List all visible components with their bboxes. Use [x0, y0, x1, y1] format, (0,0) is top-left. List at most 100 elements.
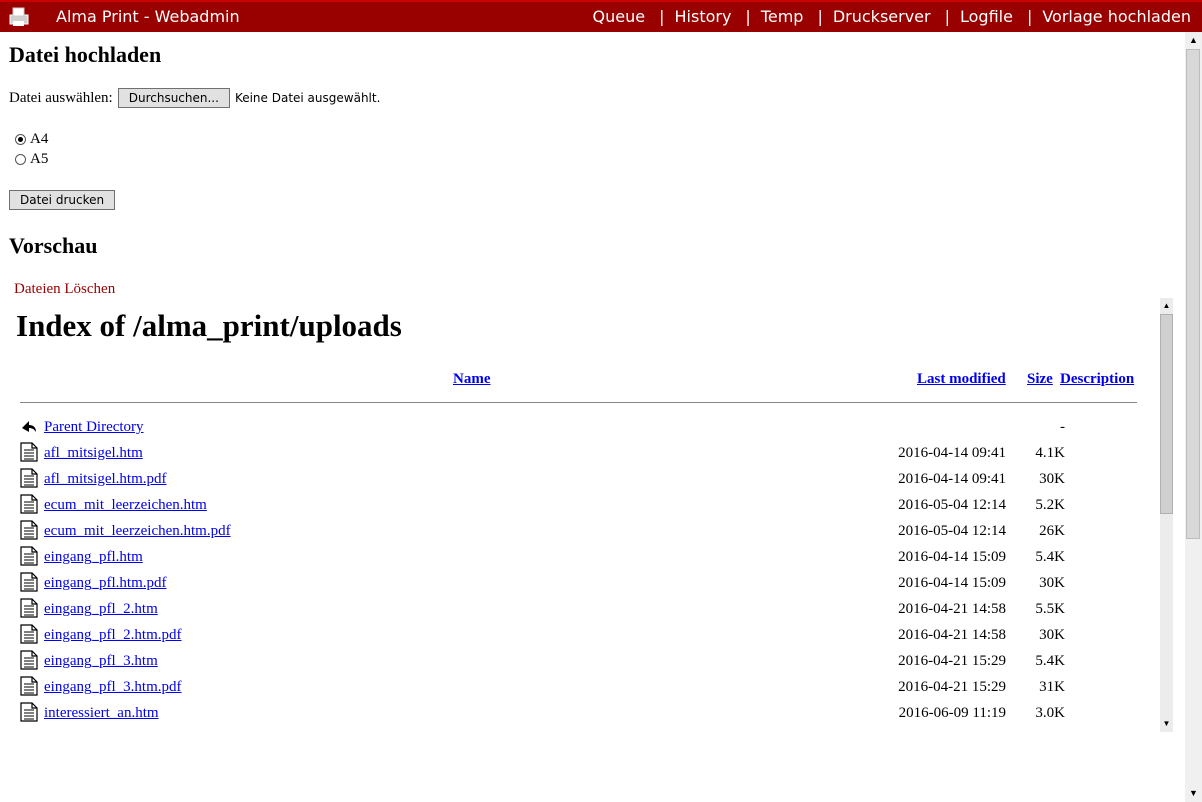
file-row: ecum_mit_leerzeichen.htm 2016-05-04 12:14…: [20, 494, 1065, 518]
text-document-icon: [20, 650, 38, 670]
radio-a5-label: A5: [30, 151, 49, 167]
preview-scroll-up-icon[interactable]: ▲: [1160, 298, 1173, 314]
file-row: eingang_pfl_3.htm.pdf 2016-04-21 15:29 31K: [20, 676, 1065, 700]
page-scrollbar[interactable]: ▲ ▼: [1185, 32, 1202, 802]
file-row: eingang_pfl.htm.pdf 2016-04-14 15:09 30K: [20, 572, 1065, 596]
nav-queue[interactable]: Queue: [593, 7, 646, 26]
file-size: 5.4K: [1035, 549, 1065, 565]
browse-button[interactable]: Durchsuchen...: [117, 88, 230, 108]
radio-a5[interactable]: [15, 154, 26, 165]
file-modified: 2016-04-21 14:58: [898, 601, 1006, 617]
file-row: eingang_pfl_2.htm.pdf 2016-04-21 14:58 30K: [20, 624, 1065, 648]
header-divider: [20, 402, 1137, 403]
file-link[interactable]: afl_mitsigel.htm.pdf: [44, 471, 166, 488]
file-modified: 2016-05-04 12:14: [898, 523, 1006, 539]
file-link[interactable]: ecum_mit_leerzeichen.htm: [44, 497, 207, 514]
file-chooser-row: Datei auswählen: Durchsuchen... Keine Da…: [9, 88, 380, 108]
nav-separator: |: [745, 7, 751, 26]
file-modified: 2016-05-04 12:14: [898, 497, 1006, 513]
printer-logo-icon: [9, 7, 29, 26]
index-title: Index of /alma_print/uploads: [16, 308, 402, 343]
file-link[interactable]: afl_mitsigel.htm: [44, 445, 143, 462]
file-modified: 2016-04-21 15:29: [898, 679, 1006, 695]
nav-druckserver[interactable]: Druckserver: [833, 7, 931, 26]
text-document-icon: [20, 598, 38, 618]
page-scrollbar-thumb[interactable]: [1186, 49, 1200, 539]
text-document-icon: [20, 494, 38, 514]
file-size: 4.1K: [1035, 445, 1065, 461]
text-document-icon: [20, 442, 38, 462]
sort-by-name-link[interactable]: Name: [453, 371, 491, 387]
text-document-icon: [20, 520, 38, 540]
radio-a4-label: A4: [30, 131, 49, 147]
preview-frame: Index of /alma_print/uploads Name Last m…: [10, 298, 1173, 732]
format-option-a4[interactable]: A4: [15, 131, 48, 148]
file-link[interactable]: ecum_mit_leerzeichen.htm.pdf: [44, 523, 231, 540]
file-size: 30K: [1039, 575, 1065, 591]
delete-files-link[interactable]: Dateien Löschen: [14, 281, 115, 298]
file-link[interactable]: eingang_pfl_2.htm.pdf: [44, 627, 181, 644]
file-modified: 2016-04-14 09:41: [898, 445, 1006, 461]
file-link[interactable]: eingang_pfl.htm.pdf: [44, 575, 166, 592]
file-size: 26K: [1039, 523, 1065, 539]
file-modified: 2016-04-14 09:41: [898, 471, 1006, 487]
print-file-button[interactable]: Datei drucken: [9, 190, 116, 210]
sort-by-size-link[interactable]: Size: [1027, 371, 1053, 387]
parent-size: -: [1060, 419, 1065, 435]
file-link[interactable]: eingang_pfl_2.htm: [44, 601, 158, 618]
file-label: Datei auswählen:: [9, 89, 113, 106]
nav-temp[interactable]: Temp: [761, 7, 804, 26]
file-modified: 2016-06-09 11:19: [898, 705, 1006, 721]
preview-heading: Vorschau: [9, 233, 98, 258]
parent-directory-link[interactable]: Parent Directory: [44, 419, 144, 436]
back-arrow-icon: [22, 421, 36, 432]
nav-separator: |: [817, 7, 823, 26]
text-document-icon: [20, 676, 38, 696]
file-modified: 2016-04-14 15:09: [898, 549, 1006, 565]
nav-logfile[interactable]: Logfile: [960, 7, 1013, 26]
preview-scrollbar[interactable]: ▲ ▼: [1160, 298, 1173, 732]
preview-scrollbar-thumb[interactable]: [1160, 314, 1173, 514]
nav-separator: |: [1026, 7, 1033, 26]
format-option-a5[interactable]: A5: [15, 151, 48, 168]
scroll-down-icon[interactable]: ▼: [1185, 785, 1202, 802]
file-link[interactable]: interessiert_an.htm: [44, 705, 159, 722]
column-description-header[interactable]: Description: [1060, 371, 1134, 388]
text-document-icon: [20, 702, 38, 722]
top-navigation-bar: Alma Print - Webadmin Queue | History | Temp…: [0, 0, 1202, 32]
scroll-up-icon[interactable]: ▲: [1185, 32, 1202, 49]
file-link[interactable]: eingang_pfl.htm: [44, 549, 143, 566]
column-modified-header[interactable]: Last modified: [917, 371, 1006, 388]
nav-vorlage-hochladen[interactable]: Vorlage hochladen: [1042, 7, 1191, 26]
column-size-header[interactable]: Size: [1027, 371, 1053, 388]
preview-scroll-down-icon[interactable]: ▼: [1160, 716, 1173, 732]
sort-by-modified-link[interactable]: Last modified: [917, 371, 1006, 387]
file-size: 5.4K: [1035, 653, 1065, 669]
file-modified: 2016-04-21 15:29: [898, 653, 1006, 669]
sort-by-description-link[interactable]: Description: [1060, 371, 1134, 387]
file-link[interactable]: eingang_pfl_3.htm.pdf: [44, 679, 181, 696]
file-size: 5.5K: [1035, 601, 1065, 617]
file-modified: 2016-04-14 15:09: [898, 575, 1006, 591]
file-modified: 2016-04-21 14:58: [898, 627, 1006, 643]
nav-history[interactable]: History: [675, 7, 732, 26]
file-row: ecum_mit_leerzeichen.htm.pdf 2016-05-04 1…: [20, 520, 1065, 544]
file-size: 5.2K: [1035, 497, 1065, 513]
text-document-icon: [20, 572, 38, 592]
radio-a4[interactable]: [15, 134, 26, 145]
nav-separator: |: [944, 7, 950, 26]
nav-separator: |: [659, 7, 665, 26]
upload-heading: Datei hochladen: [9, 42, 162, 67]
app-title: Alma Print - Webadmin: [56, 7, 240, 26]
file-size: 30K: [1039, 627, 1065, 643]
file-row: afl_mitsigel.htm.pdf 2016-04-14 09:41 30K: [20, 468, 1065, 492]
file-size: 30K: [1039, 471, 1065, 487]
column-name-header[interactable]: Name: [453, 371, 491, 388]
main-nav: Queue | History | Temp | Druckserver | Logfile | V…: [593, 7, 1191, 26]
file-row: interessiert_an.htm 2016-06-09 11:19 3.0K: [20, 702, 1065, 726]
file-link[interactable]: eingang_pfl_3.htm: [44, 653, 158, 670]
file-size: 3.0K: [1035, 705, 1065, 721]
text-document-icon: [20, 546, 38, 566]
no-file-text: Keine Datei ausgewählt.: [234, 91, 381, 105]
file-row: eingang_pfl_2.htm 2016-04-21 14:58 5.5K: [20, 598, 1065, 622]
